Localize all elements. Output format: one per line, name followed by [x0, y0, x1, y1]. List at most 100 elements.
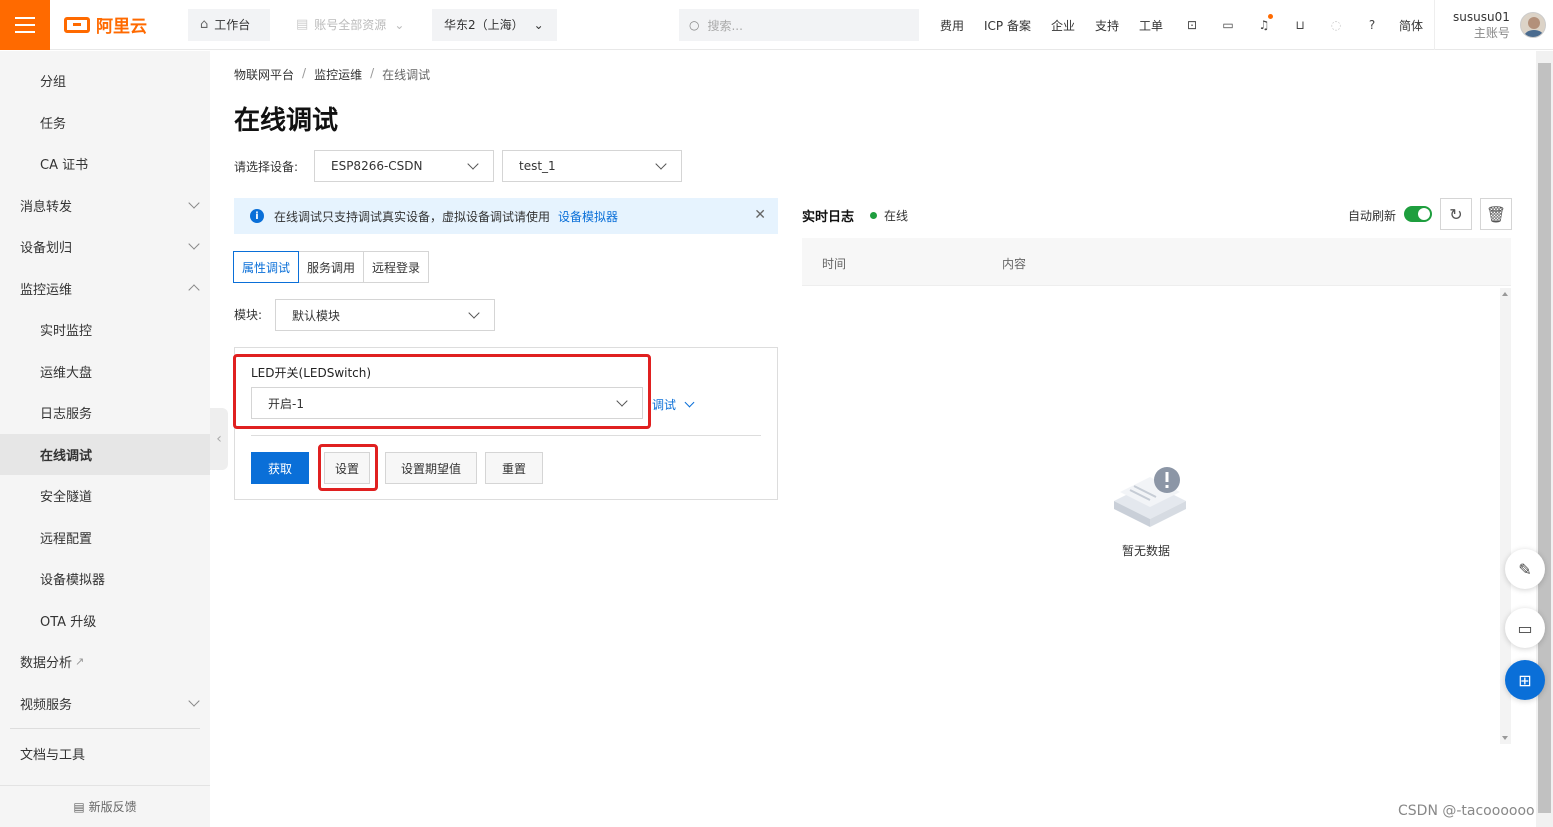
sidebar-item-label: 实时监控	[40, 324, 93, 340]
scroll-up-icon[interactable]	[1502, 292, 1508, 296]
sidebar-item-15[interactable]: 视频服务	[0, 683, 210, 725]
aliyun-logo[interactable]: 阿里云	[64, 12, 174, 37]
set-expected-button[interactable]: 设置期望值	[385, 452, 477, 484]
workbench-button[interactable]: ⌂ 工作台	[188, 8, 270, 41]
auto-refresh-toggle[interactable]	[1404, 206, 1432, 222]
sidebar-item-12[interactable]: 设备模拟器	[0, 558, 210, 600]
chevron-down-icon	[188, 196, 200, 209]
sidebar-item-8[interactable]: 日志服务	[0, 392, 210, 434]
lightbulb-icon[interactable]: ◌	[1327, 16, 1345, 34]
sidebar: 分组 任务 CA 证书消息转发设备划归监控运维实时监控运维大盘日志服务在线调试安全隧…	[0, 51, 210, 827]
sidebar-item-label: 设备划归	[20, 241, 73, 257]
sidebar-item-1[interactable]: 任务	[0, 102, 210, 144]
cart-icon[interactable]: ⊔	[1291, 16, 1309, 34]
sidebar-item-6[interactable]: 实时监控	[0, 309, 210, 351]
feedback-icon: ▤	[73, 799, 85, 814]
sidebar-item-label: 日志服务	[40, 407, 93, 423]
sidebar-item-13[interactable]: OTA 升级	[0, 600, 210, 642]
device-simulator-link[interactable]: 设备模拟器	[558, 208, 618, 225]
sidebar-item-14[interactable]: 数据分析 ↗	[0, 641, 210, 683]
page-scrollbar[interactable]	[1536, 51, 1553, 827]
edit-float-button[interactable]: ✎	[1505, 549, 1545, 589]
topbar-links: 费用 ICP 备案 企业 支持 工单 ⊡ ▭ ♫ ⊔ ◌ ? 简体	[940, 0, 1423, 50]
watermark: CSDN @-tacoooooo	[1398, 803, 1535, 819]
debug-expand-link[interactable]: 调试	[652, 396, 695, 413]
get-button[interactable]: 获取	[251, 452, 309, 484]
status-dot	[870, 212, 877, 219]
sidebar-item-label: 监控运维	[20, 282, 73, 298]
tab-service-call[interactable]: 服务调用	[298, 251, 365, 283]
highlight-box-property	[233, 354, 651, 429]
close-icon[interactable]: ✕	[754, 207, 766, 223]
cloud-shell-icon[interactable]: ⊡	[1183, 16, 1201, 34]
global-search-input[interactable]: ○ 搜索...	[679, 9, 919, 41]
notification-dot	[1268, 14, 1274, 19]
resource-selector[interactable]: ▤ 账号全部资源 ⌄	[284, 8, 422, 41]
chevron-up-icon	[188, 283, 200, 296]
sidebar-item-2[interactable]: CA 证书	[0, 143, 210, 185]
debug-tabs: 属性调试 服务调用 远程登录	[233, 251, 430, 283]
region-selector[interactable]: 华东2（上海） ⌄	[432, 8, 557, 41]
chevron-down-icon	[188, 238, 200, 250]
chat-icon: ▭	[1517, 618, 1533, 638]
column-header-content: 内容	[1002, 257, 1027, 271]
sidebar-item-0[interactable]: 分组	[0, 60, 210, 102]
sidebar-item-label: 消息转发	[20, 199, 73, 215]
clear-log-button[interactable]: 🗑	[1480, 198, 1512, 230]
sidebar-item-3[interactable]: 消息转发	[0, 185, 210, 227]
sidebar-collapse-handle[interactable]: ‹	[210, 408, 228, 470]
chevron-left-icon: ‹	[216, 431, 222, 447]
tab-remote-login[interactable]: 远程登录	[363, 251, 430, 283]
sidebar-divider	[10, 728, 200, 729]
sidebar-item-label: 数据分析	[20, 656, 73, 672]
log-title: 实时日志	[802, 210, 855, 225]
user-name: sususu01	[1453, 10, 1510, 24]
divider	[251, 435, 761, 436]
hamburger-menu-button[interactable]	[0, 0, 50, 50]
breadcrumb-item[interactable]: 监控运维	[314, 66, 362, 83]
reset-button[interactable]: 重置	[485, 452, 543, 484]
refresh-button[interactable]: ↻	[1440, 198, 1472, 230]
empty-state-illustration	[1110, 463, 1190, 536]
chat-float-button[interactable]: ▭	[1505, 608, 1545, 648]
language-switch[interactable]: 简体	[1399, 17, 1423, 34]
device-select[interactable]: test_1	[502, 150, 682, 182]
support-link[interactable]: 支持	[1095, 17, 1119, 34]
avatar[interactable]	[1519, 12, 1546, 38]
apps-float-button[interactable]: ⊞	[1505, 660, 1545, 700]
tab-property-debug[interactable]: 属性调试	[233, 251, 300, 283]
ticket-link[interactable]: 工单	[1139, 17, 1163, 34]
feedback-button[interactable]: ▤ 新版反馈	[0, 785, 210, 827]
user-account[interactable]: sususu01 主账号	[1434, 0, 1553, 50]
sidebar-item-label: 在线调试	[40, 448, 93, 464]
chevron-down-icon	[684, 397, 695, 408]
sidebar-item-11[interactable]: 远程配置	[0, 517, 210, 559]
sidebar-item-4[interactable]: 设备划归	[0, 226, 210, 268]
scrollbar-thumb[interactable]	[1538, 63, 1551, 813]
device-select-label: 请选择设备:	[234, 160, 299, 174]
info-notice: i 在线调试只支持调试真实设备，虚拟设备调试请使用 设备模拟器 ✕	[234, 198, 778, 234]
sidebar-item-docs-tools[interactable]: 文档与工具	[0, 733, 210, 775]
chevron-down-icon	[468, 307, 480, 319]
enterprise-link[interactable]: 企业	[1051, 17, 1075, 34]
help-icon[interactable]: ?	[1363, 16, 1381, 34]
sidebar-item-9[interactable]: 在线调试	[0, 433, 210, 475]
search-icon: ○	[689, 18, 700, 32]
sidebar-item-5[interactable]: 监控运维	[0, 268, 210, 310]
product-select[interactable]: ESP8266-CSDN	[314, 150, 494, 182]
fees-link[interactable]: 费用	[940, 17, 964, 34]
column-header-time: 时间	[822, 257, 847, 271]
icp-link[interactable]: ICP 备案	[984, 17, 1031, 34]
terminal-icon[interactable]: ▭	[1219, 16, 1237, 34]
sidebar-item-label: 设备模拟器	[40, 573, 106, 589]
sidebar-item-10[interactable]: 安全隧道	[0, 475, 210, 517]
chevron-down-icon: ⌄	[533, 17, 544, 32]
module-select[interactable]: 默认模块	[275, 299, 495, 331]
info-icon: i	[250, 209, 264, 223]
bell-icon[interactable]: ♫	[1255, 14, 1274, 34]
breadcrumb-item[interactable]: 物联网平台	[234, 66, 294, 83]
chevron-down-icon	[467, 158, 479, 170]
sidebar-item-7[interactable]: 运维大盘	[0, 351, 210, 393]
chevron-down-icon	[188, 694, 200, 707]
scroll-down-icon[interactable]	[1502, 736, 1508, 740]
